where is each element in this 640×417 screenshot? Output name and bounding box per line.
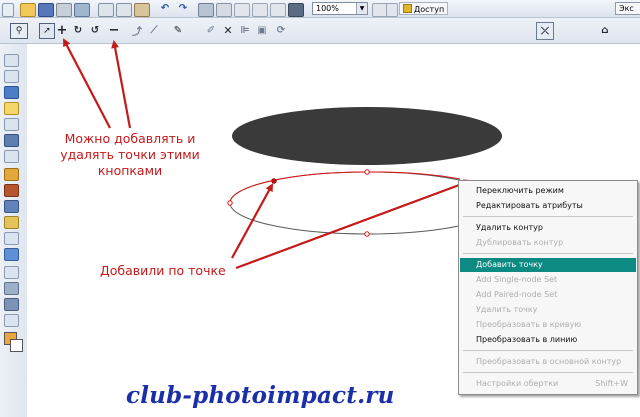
deform-icon[interactable]: ⤫ [536,22,554,40]
zoom-value: 100% [316,4,339,13]
access-label: Доступ [414,5,445,14]
menu-item-wrap-settings: Настройки обертки Shift+W [460,377,636,391]
background-color-swatch[interactable] [10,339,23,352]
eraser-tool-icon[interactable] [4,232,19,245]
pen-node-icon[interactable]: ✎ [172,23,184,37]
paste-icon[interactable] [134,3,150,17]
path-edit-tool-icon[interactable] [4,102,19,115]
paint-tool-icon[interactable] [4,184,19,197]
scan-icon[interactable] [74,3,90,17]
measure-tool-icon[interactable] [4,314,19,327]
menu-item-toggle-mode[interactable]: Переключить режим [460,184,636,198]
panel-icon[interactable]: ⌂ [598,23,612,37]
to-line-icon[interactable]: ⟋ [148,23,160,37]
open-folder-icon[interactable] [20,3,36,17]
brush-icon[interactable]: ✐ [205,23,217,37]
marquee-tool-icon[interactable] [4,70,19,83]
rotate-icon[interactable] [270,3,286,17]
menu-separator [463,216,633,217]
copy-icon[interactable] [116,3,132,17]
menu-separator [463,253,633,254]
menu-item-convert-to-base-path: Преобразовать в основной контур [476,357,622,366]
menu-item-shortcut: Shift+W [595,379,628,388]
curve-node-2-icon[interactable]: ↺ [89,23,101,37]
eyedropper-tool-icon[interactable] [4,282,19,295]
redo-icon[interactable]: ↷ [176,2,190,15]
zoom-select[interactable]: 100% ▼ [312,2,368,15]
new-file-icon[interactable] [2,3,14,17]
menu-item-convert-to-curve: Преобразовать в кривую [476,320,582,329]
mode-icon[interactable]: ⚲ [10,23,28,39]
main-toolbar: ↶ ↷ 100% ▼ Доступ Экс [0,0,640,18]
menu-item-add-single-node-set: Add Single-node Set [476,275,558,284]
add-node-icon[interactable]: + [57,23,68,38]
buttons-annotation: Можно добавлять и удалять точки этими кн… [55,131,205,179]
convert-icon[interactable]: ⟳ [275,23,287,37]
delete-node-icon[interactable]: − [108,23,120,38]
lasso-tool-icon[interactable] [4,86,19,99]
context-menu: Переключить режим Редактировать атрибуты… [458,180,638,395]
menu-separator [463,350,633,351]
transform-icon[interactable] [252,3,268,17]
print-icon[interactable] [56,3,72,17]
menu-item-wrap-settings-label: Настройки обертки [476,379,559,388]
save-icon[interactable] [38,3,54,17]
select-node-icon[interactable]: ➚ [39,23,55,39]
pick-tool-icon[interactable] [4,54,19,67]
menu-item-delete-node: Удалить точку [476,305,538,314]
cut-icon[interactable] [98,3,114,17]
zoom-tool-icon[interactable] [4,266,19,279]
tool-panel [0,44,28,417]
transform-tool-icon[interactable] [4,150,19,163]
menu-item-add-node[interactable]: Добавить точку [460,258,636,272]
fullscreen-icon[interactable] [386,3,398,17]
added-nodes-annotation: Добавили по точке [100,263,226,278]
buttons-annotation-line-2: удалять точки этими [60,147,200,162]
curve-node-icon[interactable]: ↻ [72,23,84,37]
close-path-icon[interactable]: ✕ [222,23,234,37]
flip-icon[interactable] [288,3,304,17]
group-icon[interactable]: ▣ [256,23,268,37]
menu-item-delete-path[interactable]: Удалить контур [460,221,636,235]
menu-item-duplicate-path: Дублировать контур [476,238,564,247]
pen-tool-icon[interactable] [4,298,19,311]
stamp-tool-icon[interactable] [4,216,19,229]
to-curve-icon[interactable]: ⤴ [131,23,143,38]
grid-icon[interactable] [234,3,250,17]
export-label: Экс [619,4,634,13]
frame-icon[interactable] [216,3,232,17]
access-icon [403,4,412,13]
menu-item-add-paired-node-set: Add Paired-node Set [476,290,558,299]
text-tool-icon[interactable] [4,118,19,131]
buttons-annotation-line-3: кнопками [97,163,163,178]
align-icon[interactable]: ⊫ [239,23,251,37]
buttons-annotation-line-1: Можно добавлять и [64,131,196,146]
menu-item-edit-attributes[interactable]: Редактировать атрибуты [460,199,636,213]
menu-separator [463,372,633,373]
browse-icon[interactable] [198,3,214,17]
menu-item-convert-to-line[interactable]: Преобразовать в линию [460,333,636,347]
access-button[interactable]: Доступ [399,2,449,15]
undo-icon[interactable]: ↶ [158,2,172,15]
fill-tool-icon[interactable] [4,248,19,261]
retouch-tool-icon[interactable] [4,168,19,181]
export-button[interactable]: Экс [615,2,640,15]
path-edit-toolbar: ⚲ ➚ + ↻ ↺ − ⤴ ⟋ ✎ ✐ ✕ ⊫ ▣ ⟳ ⤫ ⌂ [0,18,640,44]
chevron-down-icon[interactable]: ▼ [356,3,367,14]
clone-tool-icon[interactable] [4,200,19,213]
site-watermark: club-photoimpact.ru [126,382,395,409]
crop-tool-icon[interactable] [4,134,19,147]
